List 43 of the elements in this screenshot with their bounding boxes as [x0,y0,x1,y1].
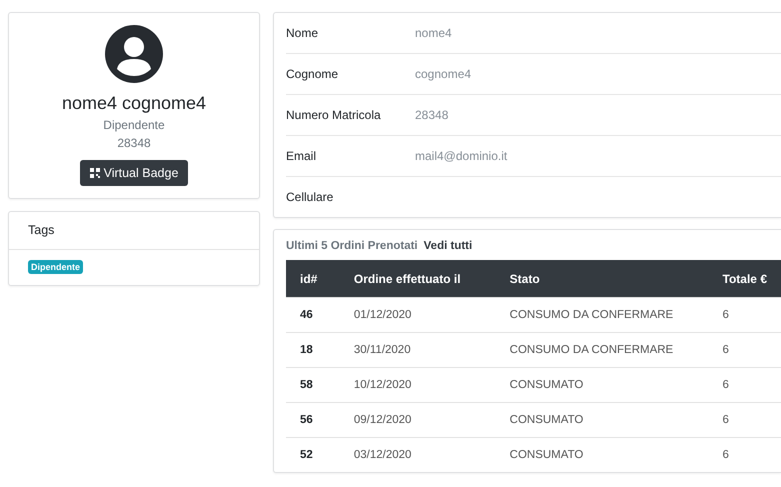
field-label: Email [286,149,318,163]
user-avatar-icon [105,25,163,83]
table-cell: 30/11/2020 [340,332,496,368]
tag-badge: Dipendente [28,260,84,274]
field-value: nome4 [415,26,452,40]
table-cell: 10/12/2020 [340,368,496,402]
table-cell: 46 [286,298,340,332]
field-label: Nome [286,26,320,40]
column-header: Stato [496,260,709,298]
table-cell: 18 [286,332,340,368]
table-cell: CONSUMO DA CONFERMARE [496,298,709,332]
user-role: Dipendente [103,118,165,132]
table-cell: 56 [286,402,340,438]
table-cell: 09/12/2020 [340,402,496,438]
virtual-badge-button[interactable]: Virtual Badge [80,160,188,186]
user-name: nome4 cognome4 [62,93,206,114]
column-header: Ordine effettuato il [340,260,496,298]
table-cell: 6 [708,332,781,368]
field-value: cognome4 [415,67,472,81]
table-cell: 01/12/2020 [340,298,496,332]
table-cell: CONSUMATO [496,402,709,438]
table-cell: 52 [286,438,340,472]
table-cell: CONSUMATO [496,438,709,472]
field-label: Cognome [286,67,340,81]
table-cell: 58 [286,368,340,402]
user-number: 28348 [117,136,151,150]
field-value: mail4@dominio.it [415,149,508,163]
table-cell: 6 [708,402,781,438]
qr-code-icon [90,168,100,178]
column-header: Totale € [708,260,781,298]
table-cell: 03/12/2020 [340,438,496,472]
table-cell: CONSUMATO [496,368,709,402]
table-cell: 6 [708,298,781,332]
field-label: Cellulare [286,190,334,204]
table-cell: CONSUMO DA CONFERMARE [496,332,709,368]
column-header: id# [286,260,340,298]
orders-title: Ultimi 5 Ordini Prenotati [286,240,418,252]
table-cell: 6 [708,368,781,402]
table-cell: 6 [708,438,781,472]
view-all-link[interactable]: Vedi tutti [424,240,472,252]
field-label: Numero Matricola [286,108,382,122]
field-value: 28348 [415,108,448,122]
tags-title: Tags [9,212,259,250]
